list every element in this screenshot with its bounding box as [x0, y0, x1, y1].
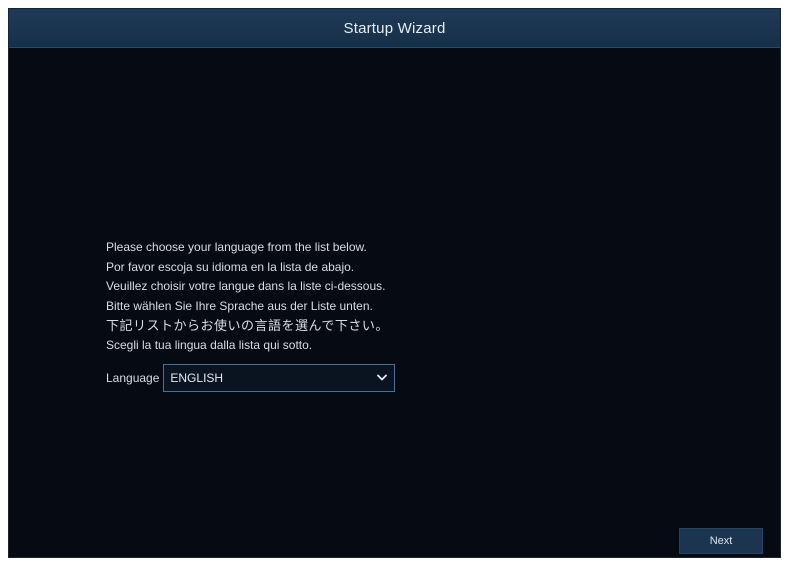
language-row: Language ENGLISH [106, 363, 566, 392]
title-bar: Startup Wizard [9, 9, 780, 48]
instruction-french: Veuillez choisir votre langue dans la li… [106, 279, 386, 294]
next-button[interactable]: Next [679, 528, 763, 554]
language-select[interactable]: ENGLISH [163, 363, 396, 392]
language-label: Language [106, 370, 160, 385]
language-select-value: ENGLISH [170, 370, 224, 385]
instruction-japanese: 下記リストからお使いの言語を選んで下さい。 [106, 318, 389, 334]
instruction-english: Please choose your language from the lis… [106, 240, 367, 254]
language-content: Please choose your language from the lis… [106, 238, 566, 392]
window-title: Startup Wizard [343, 19, 446, 37]
instruction-german: Bitte wählen Sie Ihre Sprache aus der Li… [106, 298, 373, 313]
instruction-spanish: Por favor escoja su idioma en la lista d… [106, 259, 355, 274]
chevron-down-icon [376, 372, 388, 384]
startup-wizard-window: Startup Wizard Please choose your langua… [8, 8, 781, 558]
instruction-italian: Scegli la tua lingua dalla lista qui sot… [106, 337, 313, 352]
